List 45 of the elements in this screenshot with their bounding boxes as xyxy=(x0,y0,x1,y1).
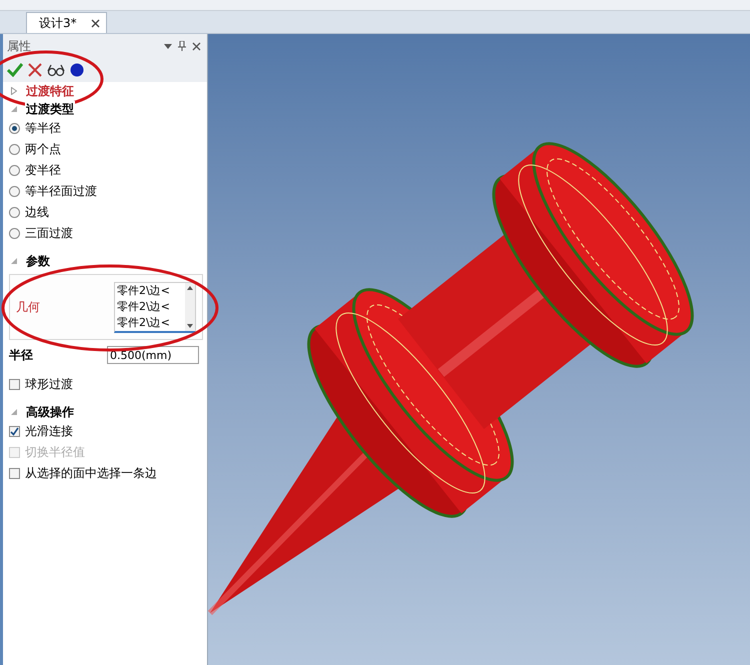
radio-button[interactable] xyxy=(9,207,20,218)
radio-button[interactable] xyxy=(9,144,20,155)
list-item[interactable]: 零件2\边< xyxy=(117,314,183,330)
section-header[interactable]: 过渡特征 xyxy=(25,82,75,100)
close-icon[interactable] xyxy=(90,18,100,28)
checkbox-label: 球形过渡 xyxy=(25,376,73,393)
dropdown-icon[interactable] xyxy=(164,44,172,48)
checkbox-label: 从选择的面中选择一条边 xyxy=(25,465,157,482)
circle-icon[interactable] xyxy=(70,63,84,77)
list-item[interactable]: 零件2\边< xyxy=(117,282,183,298)
glasses-icon[interactable] xyxy=(47,63,65,77)
expanded-arrow-icon[interactable] xyxy=(11,258,17,264)
section-header[interactable]: 过渡类型 xyxy=(25,100,75,118)
checkbox[interactable] xyxy=(9,468,20,479)
collapsed-arrow-icon[interactable] xyxy=(11,87,17,95)
geometry-label: 几何 xyxy=(16,298,40,316)
panel-title: 属性 xyxy=(7,38,31,54)
radio-button[interactable] xyxy=(9,165,20,176)
radio-label: 两个点 xyxy=(25,141,61,158)
cross-icon[interactable] xyxy=(28,63,42,77)
expanded-arrow-icon[interactable] xyxy=(11,409,17,415)
radio-button[interactable] xyxy=(9,228,20,239)
radio-label: 变半径 xyxy=(25,162,61,179)
radio-label: 等半径面过渡 xyxy=(25,183,97,200)
scroll-up-icon[interactable] xyxy=(187,286,193,290)
radius-field[interactable]: 0.500(mm) xyxy=(107,346,199,364)
section-header[interactable]: 高级操作 xyxy=(25,404,75,420)
section-header[interactable]: 参数 xyxy=(25,252,51,270)
radio-label: 等半径 xyxy=(25,120,61,137)
close-icon[interactable] xyxy=(192,42,201,50)
radius-label: 半径 xyxy=(9,346,33,364)
checkbox-label: 切换半径值 xyxy=(25,444,85,461)
radio-button[interactable] xyxy=(9,123,20,134)
radio-label: 边线 xyxy=(25,204,49,221)
radio-button[interactable] xyxy=(9,186,20,197)
checkbox-label: 光滑连接 xyxy=(25,423,73,440)
list-item[interactable]: 零件2\边< xyxy=(117,298,183,314)
checkmark-icon[interactable] xyxy=(7,63,23,77)
expanded-arrow-icon[interactable] xyxy=(11,106,17,112)
pin-icon[interactable] xyxy=(178,41,186,51)
radio-label: 三面过渡 xyxy=(25,225,73,242)
checkbox[interactable] xyxy=(9,379,20,390)
scroll-down-icon[interactable] xyxy=(187,324,193,328)
document-tab[interactable]: 设计3* xyxy=(26,12,107,33)
checkbox[interactable] xyxy=(9,426,20,437)
